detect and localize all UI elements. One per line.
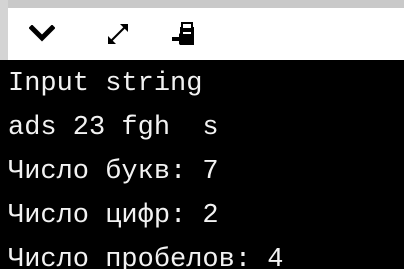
console-toolbar	[8, 8, 404, 60]
clipboard-paste-icon	[172, 22, 194, 45]
console-line: Input string	[8, 69, 203, 99]
console-line: Число цифр: 2	[8, 201, 219, 231]
console-line: Число пробелов: 4	[8, 245, 284, 269]
paste-button[interactable]	[166, 18, 202, 50]
console-line: Число букв: 7	[8, 157, 219, 187]
window-top-border	[0, 0, 404, 8]
collapse-button[interactable]	[24, 18, 60, 50]
expand-button[interactable]	[100, 18, 136, 50]
window-left-border	[0, 0, 8, 60]
chevron-down-icon	[29, 25, 55, 42]
console-output: Input string ads 23 fgh s Число букв: 7 …	[0, 60, 404, 269]
console-line: ads 23 fgh s	[8, 113, 219, 143]
console-window: Input string ads 23 fgh s Число букв: 7 …	[0, 0, 404, 269]
expand-icon	[108, 24, 128, 44]
